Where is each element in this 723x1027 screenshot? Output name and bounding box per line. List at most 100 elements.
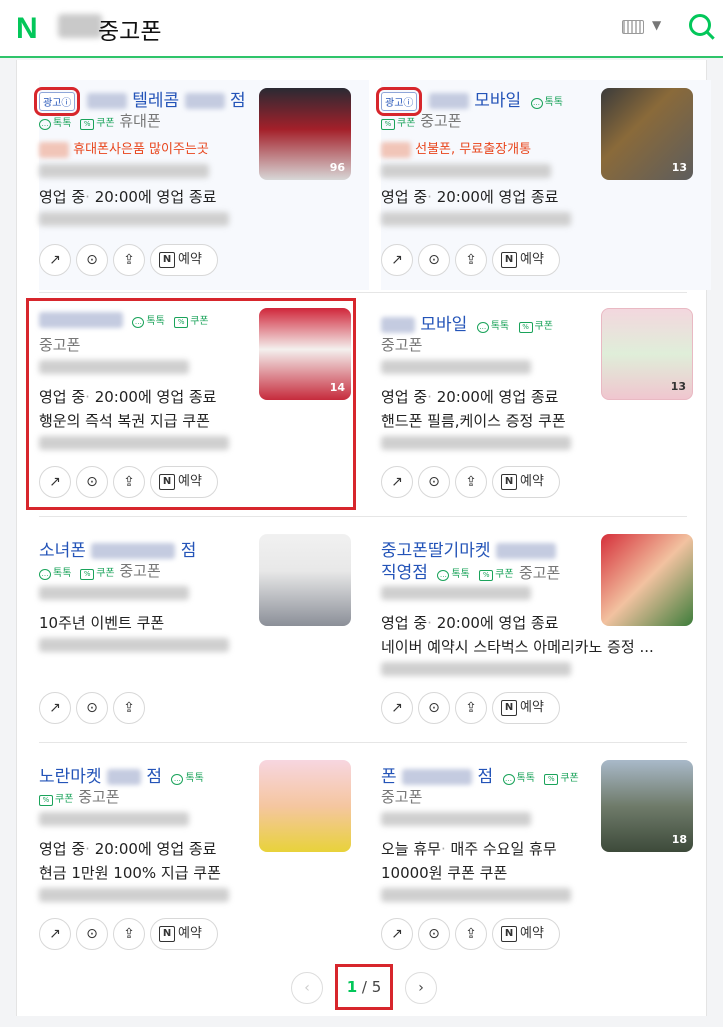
place-name-tail[interactable]: 점	[477, 767, 493, 787]
directions-icon[interactable]: ↗	[381, 692, 413, 724]
directions-icon[interactable]: ↗	[381, 918, 413, 950]
directions-icon[interactable]: ↗	[381, 244, 413, 276]
map-pin-icon[interactable]: ⊙	[418, 466, 450, 498]
place-name-text[interactable]: 직영점	[381, 563, 428, 583]
reserve-button[interactable]: N 예약	[492, 692, 560, 724]
talk-chip[interactable]: … 톡톡	[437, 565, 470, 581]
place-name[interactable]: 폰 점 … 톡톡 % 쿠폰	[381, 762, 579, 787]
place-name-text[interactable]: 소녀폰	[39, 541, 86, 561]
coupon-chip[interactable]: % 쿠폰	[544, 769, 579, 785]
coupon-icon: %	[174, 317, 189, 328]
map-pin-icon[interactable]: ⊙	[76, 692, 108, 724]
share-icon[interactable]: ⇪	[455, 692, 487, 724]
reserve-button[interactable]: N 예약	[492, 244, 560, 276]
place-name-line2[interactable]: 직영점 … 톡톡 % 쿠폰 중고폰	[381, 558, 560, 583]
place-name-text[interactable]: 텔레콤	[132, 91, 179, 111]
directions-icon[interactable]: ↗	[381, 466, 413, 498]
talk-chip[interactable]: … 톡톡	[476, 317, 509, 333]
share-icon[interactable]: ⇪	[455, 244, 487, 276]
share-icon[interactable]: ⇪	[113, 244, 145, 276]
coupon-chip[interactable]: % 쿠폰	[39, 790, 73, 806]
place-thumbnail[interactable]: 18	[601, 760, 693, 852]
place-name-text[interactable]: 폰	[381, 767, 397, 787]
share-icon[interactable]: ⇪	[113, 918, 145, 950]
coupon-chip[interactable]: % 쿠폰	[80, 114, 115, 130]
coupon-chip[interactable]: % 쿠폰	[174, 312, 209, 328]
place-thumbnail[interactable]: 96	[259, 88, 351, 180]
place-thumbnail[interactable]: 14	[259, 308, 351, 400]
photo-count: 14	[329, 381, 345, 394]
keyboard-icon[interactable]	[622, 20, 644, 34]
hours-line: 영업 중· 20:00에 영업 종료	[381, 188, 559, 206]
share-icon[interactable]: ⇪	[455, 466, 487, 498]
place-card[interactable]: 폰 점 … 톡톡 % 쿠폰 중고폰 오늘 휴무· 매주 수요일 휴무 10000원 …	[381, 758, 711, 958]
coupon-chip[interactable]: % 쿠폰	[479, 565, 514, 581]
total-pages: 5	[371, 978, 382, 996]
place-name[interactable]: … 톡톡 % 쿠폰	[39, 310, 209, 330]
talk-chip[interactable]: … 톡톡	[171, 769, 204, 785]
talk-chip[interactable]: … 톡톡	[530, 93, 563, 109]
prev-page-icon[interactable]: ‹	[291, 972, 323, 1004]
place-card[interactable]: 광고ⓘ 모바일 … 톡톡 % 쿠폰 중고폰 선불폰, 무료출장개통 영업 중· 20…	[375, 80, 711, 290]
search-icon[interactable]	[689, 14, 711, 36]
reserve-button[interactable]: N 예약	[492, 918, 560, 950]
place-name[interactable]: 소녀폰 점	[39, 536, 196, 561]
place-thumbnail[interactable]	[259, 760, 351, 852]
share-icon[interactable]: ⇪	[455, 918, 487, 950]
map-pin-icon[interactable]: ⊙	[418, 692, 450, 724]
map-pin-icon[interactable]: ⊙	[76, 466, 108, 498]
coupon-chip[interactable]: % 쿠폰	[518, 317, 553, 333]
place-card[interactable]: 소녀폰 점 … 톡톡 % 쿠폰 중고폰 10주년 이벤트 쿠폰 ↗ ⊙ ⇪	[39, 532, 369, 732]
place-name-text[interactable]: 모바일	[474, 91, 521, 111]
place-name-text[interactable]: 모바일	[420, 315, 467, 335]
talk-chip[interactable]: … 톡톡	[132, 312, 165, 328]
coupon-chip[interactable]: % 쿠폰	[381, 114, 415, 130]
place-name[interactable]: 노란마켓 점 … 톡톡	[39, 762, 204, 787]
reserve-button[interactable]: N 예약	[150, 918, 218, 950]
talk-chip[interactable]: … 톡톡	[502, 769, 535, 785]
ad-badge[interactable]: 광고ⓘ	[375, 86, 423, 116]
place-thumbnail[interactable]	[601, 534, 693, 626]
directions-icon[interactable]: ↗	[39, 692, 71, 724]
place-name[interactable]: 모바일 … 톡톡 % 쿠폰	[381, 310, 553, 335]
chevron-down-icon[interactable]: ▼	[652, 18, 661, 32]
reserve-button[interactable]: N 예약	[492, 466, 560, 498]
place-thumbnail[interactable]: 13	[601, 308, 693, 400]
place-name-text[interactable]: 노란마켓	[39, 767, 102, 787]
place-card[interactable]: … 톡톡 % 쿠폰 중고폰 영업 중· 20:00에 영업 종료 행운의 즉석 복권…	[39, 306, 369, 506]
place-card[interactable]: 모바일 … 톡톡 % 쿠폰 중고폰 영업 중· 20:00에 영업 종료 핸드폰 필…	[381, 306, 711, 506]
place-name-tail[interactable]: 점	[146, 767, 162, 787]
naver-booking-icon: N	[501, 699, 517, 716]
map-pin-icon[interactable]: ⊙	[76, 918, 108, 950]
share-icon[interactable]: ⇪	[113, 692, 145, 724]
place-card[interactable]: 광고ⓘ 텔레콤 점 … 톡톡 % 쿠폰 휴대폰 휴대폰사은품 많이주는곳 영업 중·…	[33, 80, 369, 290]
map-pin-icon[interactable]: ⊙	[418, 244, 450, 276]
photo-count: 96	[329, 161, 345, 174]
next-page-icon[interactable]: ›	[405, 972, 437, 1004]
share-icon[interactable]: ⇪	[113, 466, 145, 498]
place-card[interactable]: 중고폰딸기마켓 직영점 … 톡톡 % 쿠폰 중고폰 영업 중· 20:00에 영업 …	[381, 532, 711, 732]
naver-booking-icon: N	[159, 925, 175, 942]
talk-chip[interactable]: … 톡톡	[39, 564, 71, 580]
map-pin-icon[interactable]: ⊙	[418, 918, 450, 950]
naver-logo[interactable]: N	[16, 12, 38, 46]
directions-icon[interactable]: ↗	[39, 244, 71, 276]
place-name[interactable]: 광고ⓘ 모바일 … 톡톡	[375, 86, 563, 116]
name-redacted	[86, 93, 127, 109]
directions-icon[interactable]: ↗	[39, 466, 71, 498]
talk-chip[interactable]: … 톡톡	[39, 114, 71, 130]
place-thumbnail[interactable]	[259, 534, 351, 626]
ad-badge[interactable]: 광고ⓘ	[33, 86, 81, 116]
search-query[interactable]: 중고폰	[98, 12, 161, 46]
place-name[interactable]: 광고ⓘ 텔레콤 점	[33, 86, 246, 116]
reserve-button[interactable]: N 예약	[150, 466, 218, 498]
coupon-icon: %	[479, 570, 494, 581]
place-name-tail[interactable]: 점	[181, 541, 197, 561]
place-card[interactable]: 노란마켓 점 … 톡톡 % 쿠폰 중고폰 영업 중· 20:00에 영업 종료 현금…	[39, 758, 369, 958]
reserve-button[interactable]: N 예약	[150, 244, 218, 276]
place-name-tail[interactable]: 점	[230, 91, 246, 111]
map-pin-icon[interactable]: ⊙	[76, 244, 108, 276]
place-thumbnail[interactable]: 13	[601, 88, 693, 180]
coupon-chip[interactable]: % 쿠폰	[80, 564, 115, 580]
directions-icon[interactable]: ↗	[39, 918, 71, 950]
